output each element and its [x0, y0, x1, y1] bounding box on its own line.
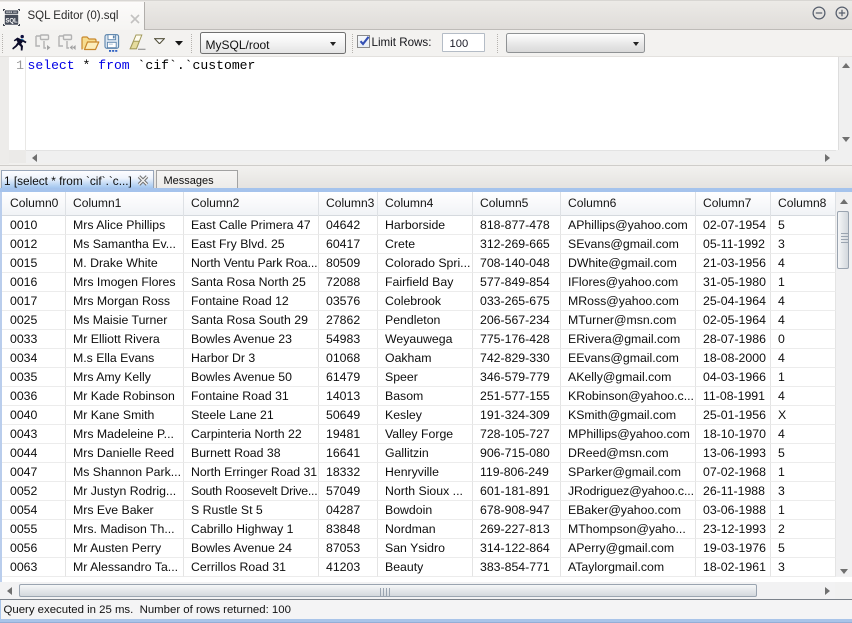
svg-text:SQL: SQL — [6, 18, 18, 24]
